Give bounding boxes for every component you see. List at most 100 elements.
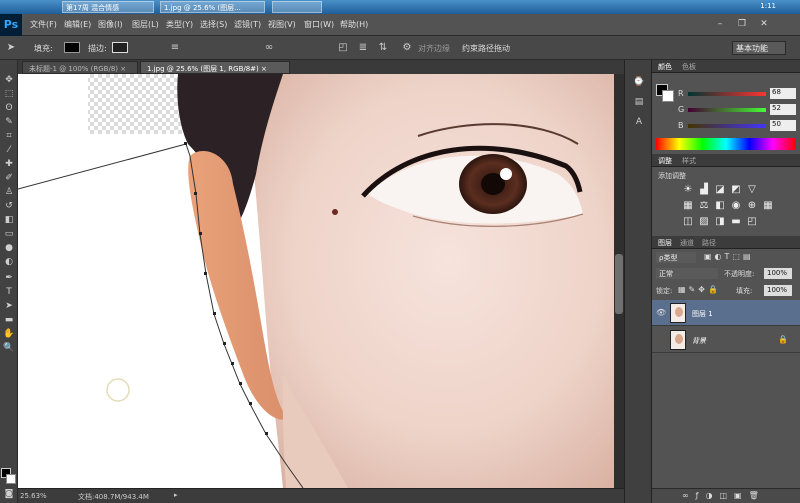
stroke-width-icon[interactable]: ≡ bbox=[168, 41, 182, 55]
channel-mixer-icon[interactable]: ⊕ bbox=[746, 200, 758, 212]
zoom-tool-icon[interactable]: 🔍 bbox=[2, 342, 16, 355]
tab-swatches[interactable]: 色板 bbox=[682, 62, 696, 72]
taskbar-item-0[interactable]: 第17周 混合情感 bbox=[62, 1, 154, 13]
levels-icon[interactable]: ▟ bbox=[698, 184, 710, 196]
red-value[interactable]: 68 bbox=[770, 88, 796, 99]
fill-swatch[interactable] bbox=[64, 42, 80, 53]
color-balance-icon[interactable]: ⚖ bbox=[698, 200, 710, 212]
visibility-eye-icon[interactable]: 👁 bbox=[656, 308, 666, 318]
blue-value[interactable]: 50 bbox=[770, 120, 796, 131]
eraser-tool-icon[interactable]: ◧ bbox=[2, 214, 16, 227]
menu-image[interactable]: 图像(I) bbox=[98, 19, 123, 30]
curves-icon[interactable]: ◪ bbox=[714, 184, 726, 196]
constrain-path-checkbox[interactable]: 约束路径拖动 bbox=[462, 43, 510, 54]
gradient-map-icon[interactable]: ▬ bbox=[730, 216, 742, 228]
blend-mode-select[interactable]: 正常 bbox=[656, 268, 718, 279]
hand-tool-icon[interactable]: ✋ bbox=[2, 328, 16, 341]
green-value[interactable]: 52 bbox=[770, 104, 796, 115]
path-select-tool-icon[interactable]: ➤ bbox=[4, 41, 18, 55]
gradient-tool-icon[interactable]: ▭ bbox=[2, 228, 16, 241]
dodge-tool-icon[interactable]: ◐ bbox=[2, 256, 16, 269]
menu-filter[interactable]: 滤镜(T) bbox=[234, 19, 261, 30]
clone-stamp-tool-icon[interactable]: ♙ bbox=[2, 186, 16, 199]
stroke-swatch[interactable] bbox=[112, 42, 128, 53]
tab-channels[interactable]: 通道 bbox=[680, 238, 694, 248]
black-white-icon[interactable]: ◧ bbox=[714, 200, 726, 212]
red-slider[interactable] bbox=[688, 92, 766, 96]
eyedropper-tool-icon[interactable]: ⁄ bbox=[2, 144, 16, 157]
invert-icon[interactable]: ◫ bbox=[682, 216, 694, 228]
posterize-icon[interactable]: ▨ bbox=[698, 216, 710, 228]
marquee-tool-icon[interactable]: ⬚ bbox=[2, 88, 16, 101]
character-panel-icon[interactable]: A bbox=[632, 116, 646, 129]
threshold-icon[interactable]: ◨ bbox=[714, 216, 726, 228]
taskbar-item-2[interactable] bbox=[272, 1, 322, 13]
tab-styles[interactable]: 样式 bbox=[682, 156, 696, 166]
path-arrange-icon[interactable]: ⇅ bbox=[376, 41, 390, 55]
layer-filter-icons[interactable]: ▣◐T⬚▤ bbox=[704, 252, 754, 261]
quick-select-tool-icon[interactable]: ✎ bbox=[2, 116, 16, 129]
healing-brush-tool-icon[interactable]: ✚ bbox=[2, 158, 16, 171]
history-brush-tool-icon[interactable]: ↺ bbox=[2, 200, 16, 213]
menu-view[interactable]: 视图(V) bbox=[268, 19, 296, 30]
vibrance-icon[interactable]: ▽ bbox=[746, 184, 758, 196]
pen-tool-icon[interactable]: ✒ bbox=[2, 272, 16, 285]
menu-select[interactable]: 选择(S) bbox=[200, 19, 227, 30]
restore-icon[interactable]: ❐ bbox=[736, 18, 748, 30]
layer-filter-select[interactable]: ρ类型 bbox=[656, 252, 696, 263]
link-icon[interactable]: ∞ bbox=[262, 41, 276, 55]
brightness-icon[interactable]: ☀ bbox=[682, 184, 694, 196]
document-canvas[interactable] bbox=[18, 74, 614, 488]
move-tool-icon[interactable]: ✥ bbox=[2, 74, 16, 87]
doc-tab-active[interactable]: 1.jpg @ 25.6% (图层 1, RGB/8#) × bbox=[140, 61, 290, 74]
layer-row-background[interactable]: 背景 🔒 bbox=[652, 327, 800, 353]
lasso-tool-icon[interactable]: ʘ bbox=[2, 102, 16, 115]
brush-tool-icon[interactable]: ✐ bbox=[2, 172, 16, 185]
green-slider[interactable] bbox=[688, 108, 766, 112]
color-lookup-icon[interactable]: ▦ bbox=[762, 200, 774, 212]
color-spectrum-ramp[interactable] bbox=[656, 138, 796, 150]
tab-paths[interactable]: 路径 bbox=[702, 238, 716, 248]
gear-icon[interactable]: ⚙ bbox=[400, 41, 414, 55]
visibility-eye-icon[interactable] bbox=[656, 335, 666, 345]
layer-footer-icons[interactable]: ∞ƒ◑◫▣🗑 bbox=[682, 491, 766, 500]
menu-layer[interactable]: 图层(L) bbox=[132, 19, 159, 30]
exposure-icon[interactable]: ◩ bbox=[730, 184, 742, 196]
menu-help[interactable]: 帮助(H) bbox=[340, 19, 368, 30]
crop-tool-icon[interactable]: ⌗ bbox=[2, 130, 16, 143]
tab-adjustments[interactable]: 调整 bbox=[658, 156, 672, 166]
taskbar-item-1[interactable]: 1.jpg @ 25.6% (图层... bbox=[160, 1, 265, 13]
menu-window[interactable]: 窗口(W) bbox=[304, 19, 334, 30]
align-edges-checkbox[interactable]: 对齐边缘 bbox=[418, 43, 450, 54]
color-bg-swatch[interactable] bbox=[662, 90, 674, 102]
layer-row-layer1[interactable]: 👁 图层 1 bbox=[652, 300, 800, 326]
fill-input[interactable]: 100% bbox=[764, 285, 792, 296]
tab-color[interactable]: 颜色 bbox=[658, 62, 672, 72]
history-panel-icon[interactable]: ⌚ bbox=[632, 76, 646, 89]
photoshop-app-icon[interactable]: Ps bbox=[0, 14, 22, 36]
blur-tool-icon[interactable]: ● bbox=[2, 242, 16, 255]
quick-mask-icon[interactable]: ◙ bbox=[2, 488, 16, 501]
opacity-input[interactable]: 100% bbox=[764, 268, 792, 279]
hue-sat-icon[interactable]: ▦ bbox=[682, 200, 694, 212]
tab-layers[interactable]: 图层 bbox=[658, 238, 672, 248]
status-arrow-icon[interactable]: ▸ bbox=[174, 491, 178, 499]
properties-panel-icon[interactable]: ▤ bbox=[632, 96, 646, 109]
blue-slider[interactable] bbox=[688, 124, 766, 128]
scrollbar-thumb[interactable] bbox=[615, 254, 623, 314]
background-color-swatch[interactable] bbox=[6, 474, 16, 484]
menu-file[interactable]: 文件(F) bbox=[30, 19, 57, 30]
path-ops-icon[interactable]: ◰ bbox=[336, 41, 350, 55]
minimize-icon[interactable]: – bbox=[714, 18, 726, 30]
close-icon[interactable]: ✕ bbox=[758, 18, 770, 30]
workspace-select[interactable]: 基本功能 bbox=[732, 41, 786, 55]
menu-edit[interactable]: 编辑(E) bbox=[64, 19, 91, 30]
type-tool-icon[interactable]: T bbox=[2, 286, 16, 299]
shape-tool-icon[interactable]: ▬ bbox=[2, 314, 16, 327]
menu-type[interactable]: 类型(Y) bbox=[166, 19, 193, 30]
selective-color-icon[interactable]: ◰ bbox=[746, 216, 758, 228]
zoom-level[interactable]: 25.63% bbox=[20, 492, 47, 500]
lock-icons[interactable]: ▦✎✥🔒 bbox=[678, 285, 721, 294]
path-selection-tool-icon[interactable]: ➤ bbox=[2, 300, 16, 313]
path-align-icon[interactable]: ≣ bbox=[356, 41, 370, 55]
